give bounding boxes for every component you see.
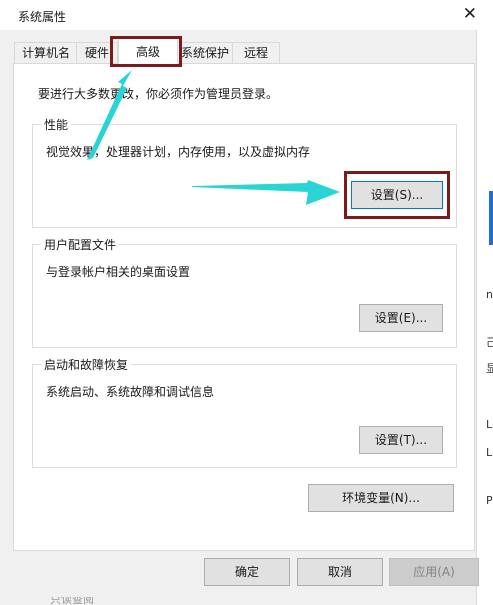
tab-system-protection[interactable]: 系统保护 — [176, 42, 234, 63]
user-profiles-settings-button[interactable]: 设置(E)... — [359, 304, 443, 332]
performance-description: 视觉效果，处理器计划，内存使用，以及虚拟内存 — [46, 145, 311, 159]
user-profiles-group: 用户配置文件 与登录帐户相关的桌面设置 设置(E)... — [32, 236, 457, 348]
tab-advanced[interactable]: 高级 — [118, 38, 178, 64]
user-profiles-title: 用户配置文件 — [41, 236, 120, 253]
ok-button[interactable]: 确定 — [204, 558, 290, 586]
performance-title: 性能 — [41, 116, 72, 133]
startup-recovery-description: 系统启动、系统故障和调试信息 — [46, 385, 215, 399]
performance-settings-button[interactable]: 设置(S)... — [351, 181, 443, 209]
title-bar: 系统属性 ✕ — [0, 0, 493, 30]
tab-computer-name[interactable]: 计算机名 — [14, 42, 78, 63]
tab-remote[interactable]: 远程 — [232, 42, 280, 63]
close-icon[interactable]: ✕ — [463, 4, 477, 24]
background-text: 己 — [486, 334, 493, 350]
tab-hardware[interactable]: 硬件 — [76, 42, 118, 63]
apply-button[interactable]: 应用(A) — [389, 558, 479, 586]
startup-recovery-settings-button[interactable]: 设置(T)... — [359, 426, 443, 454]
cancel-button[interactable]: 取消 — [297, 558, 383, 586]
background-text: P — [486, 494, 493, 507]
performance-group: 性能 视觉效果，处理器计划，内存使用，以及虚拟内存 设置(S)... — [32, 116, 457, 228]
background-blue-bar — [489, 191, 493, 245]
background-window: n 己 显 LE LE P — [476, 30, 493, 605]
startup-recovery-group: 启动和故障恢复 系统启动、系统故障和调试信息 设置(T)... — [32, 356, 457, 468]
advanced-panel: 要进行大多数更改，你必须作为管理员登录。 性能 视觉效果，处理器计划，内存使用，… — [13, 63, 475, 551]
window-title: 系统属性 — [18, 10, 67, 24]
background-text: n — [486, 288, 493, 301]
background-text: LE — [486, 446, 493, 459]
bottom-edge: 只读查阅 — [0, 597, 476, 605]
admin-notice: 要进行大多数更改，你必须作为管理员登录。 — [38, 87, 279, 101]
startup-recovery-title: 启动和故障恢复 — [41, 356, 132, 373]
background-text: LE — [486, 418, 493, 431]
user-profiles-description: 与登录帐户相关的桌面设置 — [46, 265, 191, 279]
environment-variables-button[interactable]: 环境变量(N)... — [308, 484, 454, 512]
background-text: 显 — [486, 360, 493, 376]
background-text: 只读查阅 — [50, 597, 94, 605]
